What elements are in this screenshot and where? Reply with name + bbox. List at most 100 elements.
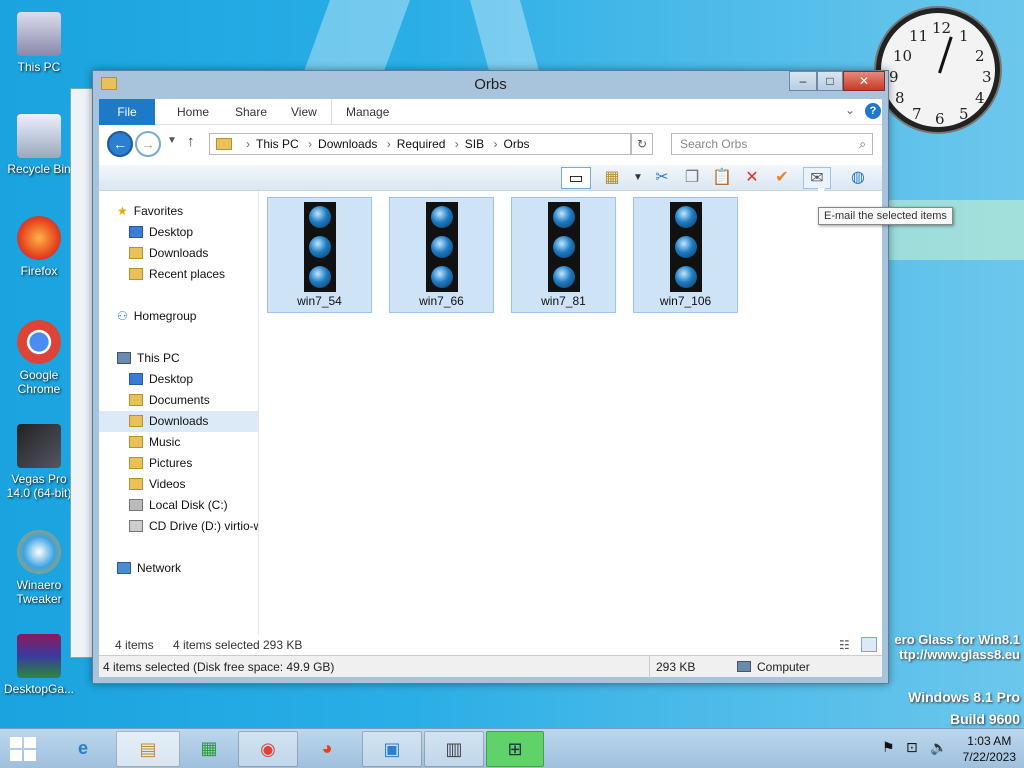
nav-item-desktop[interactable]: Desktop — [99, 222, 258, 243]
preview-pane-button[interactable]: ▭ — [561, 167, 591, 189]
taskbar-remote[interactable]: ⊞ — [486, 731, 544, 767]
breadcrumb-item[interactable]: This PC — [256, 137, 299, 151]
file-item[interactable]: win7_81 — [511, 197, 616, 313]
downloads-icon — [129, 415, 143, 427]
taskbar-document[interactable]: ▥ — [424, 731, 484, 767]
search-input[interactable]: Search Orbs ⌕ — [671, 133, 873, 155]
back-button[interactable]: ← — [107, 131, 133, 157]
breadcrumb-item[interactable]: SIB — [465, 137, 484, 151]
nav-homegroup[interactable]: ⚇ Homegroup — [99, 306, 258, 327]
nav-item-pictures[interactable]: Pictures — [99, 453, 258, 474]
nav-item-desktop[interactable]: Desktop — [99, 369, 258, 390]
chrome-icon — [17, 320, 61, 364]
file-item[interactable]: win7_106 — [633, 197, 738, 313]
background-window[interactable] — [70, 88, 94, 658]
desktop-icon-recycle-bin[interactable]: Recycle Bin — [0, 114, 78, 176]
paste-icon[interactable]: 📋 — [711, 167, 733, 189]
details-view-icon[interactable]: ☷ — [839, 635, 850, 655]
videos-icon — [129, 478, 143, 490]
computer-icon — [117, 352, 131, 364]
minimize-button[interactable]: – — [789, 71, 817, 91]
flag-icon[interactable]: ⚑ — [882, 739, 895, 756]
cut-icon[interactable]: ✂ — [651, 167, 673, 189]
desktop-icon-this-pc[interactable]: This PC — [0, 12, 78, 74]
tab-manage[interactable]: Manage — [331, 99, 403, 125]
rename-icon[interactable]: ✔ — [771, 167, 793, 189]
cd-drive-icon — [129, 520, 143, 532]
breadcrumb[interactable]: › This PC › Downloads › Required › SIB › Orbs — [209, 133, 631, 155]
nav-item-videos[interactable]: Videos — [99, 474, 258, 495]
recent-locations-icon[interactable]: ▼ — [167, 135, 177, 146]
nav-item-recent-places[interactable]: Recent places — [99, 264, 258, 285]
tray-clock[interactable]: 1:03 AM 7/22/2023 — [963, 733, 1016, 765]
delete-icon[interactable]: ✕ — [741, 167, 763, 189]
help-icon[interactable]: ? — [865, 103, 881, 119]
homegroup-icon: ⚇ — [117, 309, 128, 323]
start-button[interactable] — [10, 737, 38, 761]
network-tray-icon[interactable]: ⊡ — [906, 739, 918, 756]
search-icon: ⌕ — [859, 137, 866, 151]
close-button[interactable]: ✕ — [843, 71, 885, 91]
documents-icon — [129, 394, 143, 406]
file-item[interactable]: win7_54 — [267, 197, 372, 313]
clock-gadget[interactable]: 12 1 2 3 4 5 6 7 8 9 10 11 — [876, 8, 1000, 132]
up-button[interactable]: ↑ — [187, 133, 195, 150]
file-item[interactable]: win7_66 — [389, 197, 494, 313]
taskbar-ie[interactable]: e — [56, 731, 110, 767]
forward-button[interactable]: → — [135, 131, 161, 157]
desktop-icon-chrome[interactable]: Google Chrome — [0, 320, 78, 396]
copy-icon[interactable]: ❐ — [681, 167, 703, 189]
properties-icon[interactable]: ▦ — [601, 167, 623, 189]
title-bar[interactable]: Orbs – □ ✕ — [93, 71, 888, 99]
watermark: ero Glass for Win8.1 ttp://www.glass8.eu — [894, 632, 1020, 662]
nav-item-documents[interactable]: Documents — [99, 390, 258, 411]
internet-icon[interactable]: ◍ — [847, 167, 869, 189]
nav-item-cd-drive[interactable]: CD Drive (D:) virtio-w — [99, 516, 258, 537]
taskbar-control-panel[interactable]: ▣ — [362, 731, 422, 767]
tab-view[interactable]: View — [277, 99, 331, 125]
desktop-icon — [129, 373, 143, 385]
winrar-icon — [17, 634, 61, 678]
tab-home[interactable]: Home — [163, 99, 223, 125]
chevron-down-icon[interactable]: ⌄ — [845, 103, 855, 117]
content-area: ★ Favorites Desktop Downloads Recent plac… — [99, 191, 882, 635]
toolbar: ▭ ▦ ▼ ✂ ❐ 📋 ✕ ✔ ✉ ◍ — [99, 165, 882, 191]
tab-share[interactable]: Share — [221, 99, 281, 125]
desktop-icon-firefox[interactable]: Firefox — [0, 216, 78, 278]
nav-favorites[interactable]: ★ Favorites — [99, 201, 258, 222]
explorer-window[interactable]: Orbs – □ ✕ File Home Share View Manage ⌄… — [92, 70, 889, 684]
nav-item-music[interactable]: Music — [99, 432, 258, 453]
volume-muted-icon[interactable]: 🔈 — [930, 739, 947, 756]
breadcrumb-item[interactable]: Required — [397, 137, 446, 151]
large-icons-view-icon[interactable] — [861, 637, 877, 652]
breadcrumb-item[interactable]: Downloads — [318, 137, 377, 151]
desktop-icon-winrar[interactable]: DesktopGa... — [0, 634, 78, 696]
tab-file[interactable]: File — [99, 99, 155, 125]
nav-item-local-disk[interactable]: Local Disk (C:) — [99, 495, 258, 516]
status-bar: 4 items 4 items selected 293 KB ☷ — [99, 635, 882, 655]
nav-item-downloads[interactable]: Downloads — [99, 243, 258, 264]
taskbar-explorer[interactable]: ▤ — [116, 731, 180, 767]
nav-this-pc[interactable]: This PC — [99, 348, 258, 369]
chrome-icon: ◉ — [260, 739, 276, 759]
desktop-icon-vegas[interactable]: Vegas Pro 14.0 (64-bit) — [0, 424, 78, 500]
pictures-icon — [129, 457, 143, 469]
drive-icon — [129, 499, 143, 511]
computer-icon — [737, 661, 751, 672]
os-build: Windows 8.1 Pro Build 9600 — [908, 689, 1020, 727]
desktop-icon-winaero[interactable]: Winaero Tweaker — [0, 530, 78, 606]
breadcrumb-item[interactable]: Orbs — [503, 137, 529, 151]
email-icon[interactable]: ✉ — [803, 167, 831, 189]
star-icon: ★ — [117, 204, 128, 218]
maximize-button[interactable]: □ — [817, 71, 843, 91]
taskbar-firefox[interactable]: ◕ — [300, 731, 354, 767]
tooltip: E-mail the selected items — [818, 207, 953, 225]
recycle-bin-icon — [17, 114, 61, 158]
ribbon: File Home Share View Manage ⌄ ? — [99, 99, 882, 125]
nav-item-downloads[interactable]: Downloads — [99, 411, 258, 432]
taskbar-chrome[interactable]: ◉ — [238, 731, 298, 767]
taskbar-store[interactable]: ▦ — [182, 731, 236, 767]
refresh-button[interactable]: ↻ — [631, 133, 653, 155]
dropdown-icon[interactable]: ▼ — [627, 167, 649, 189]
nav-network[interactable]: Network — [99, 558, 258, 579]
